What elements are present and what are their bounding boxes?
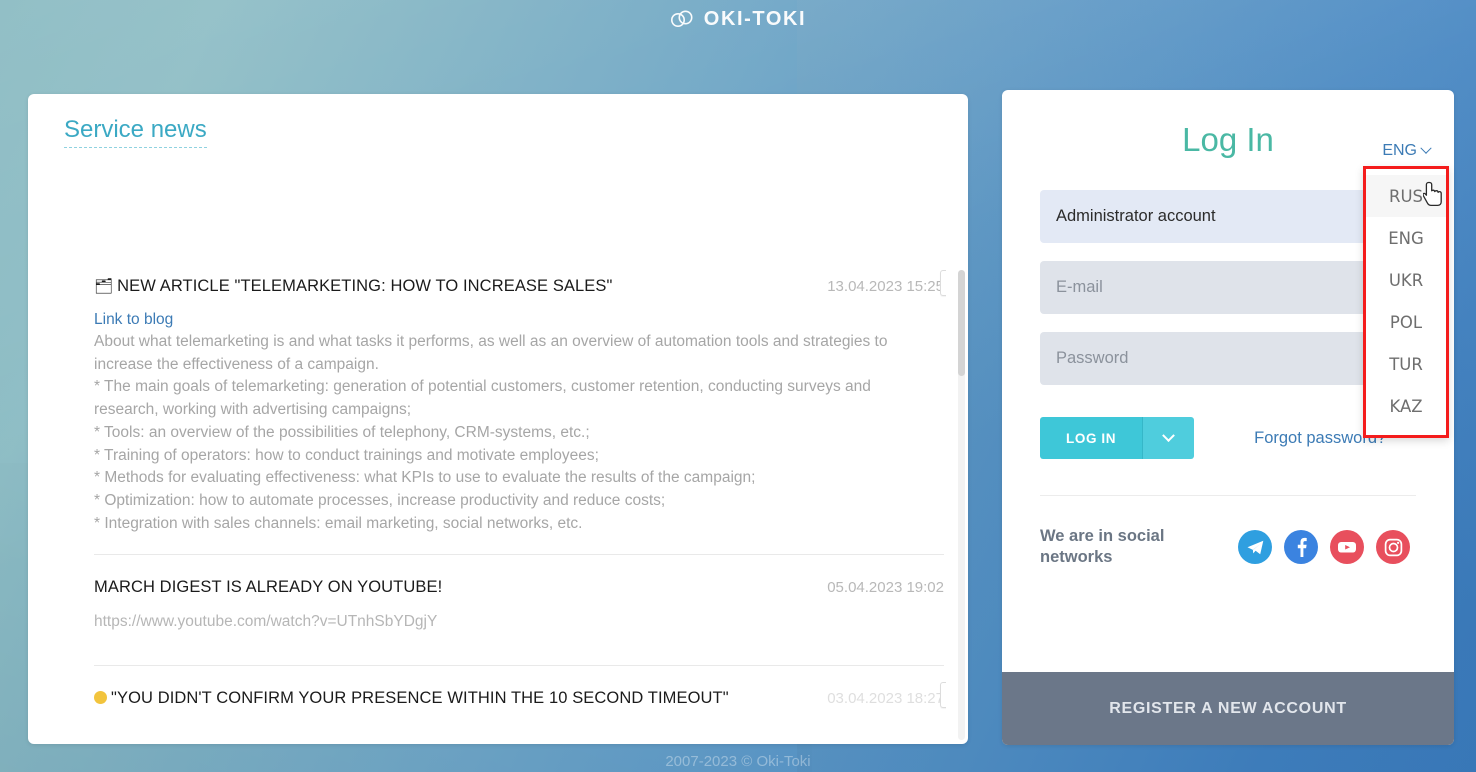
news-item-title-text: NEW ARTICLE "TELEMARKETING: HOW TO INCRE… <box>117 277 613 295</box>
facebook-icon[interactable] <box>1284 530 1318 565</box>
list-item[interactable]: MARCH DIGEST IS ALREADY ON YOUTUBE! 05.0… <box>94 555 944 667</box>
email-field-placeholder: E-mail <box>1056 278 1103 296</box>
login-actions: LOG IN Forgot password? <box>1040 417 1416 459</box>
password-field[interactable]: Password <box>1040 332 1416 385</box>
image-icon[interactable] <box>940 682 946 709</box>
news-item-title: 🗂 NEW ARTICLE "TELEMARKETING: HOW TO INCR… <box>94 276 624 297</box>
yellow-dot-icon <box>94 691 107 705</box>
footer-copyright: 2007-2023 © Oki-Toki <box>665 753 811 770</box>
language-option-ukr[interactable]: UKR <box>1366 259 1446 301</box>
register-button[interactable]: REGISTER A NEW ACCOUNT <box>1002 672 1454 745</box>
login-options-button[interactable] <box>1142 417 1195 459</box>
image-icon[interactable] <box>940 270 946 296</box>
news-item-date: 13.04.2023 15:25 <box>827 278 944 295</box>
login-header: Log In <box>1040 90 1416 190</box>
social-networks-label: We are in social networks <box>1040 527 1165 567</box>
email-field[interactable]: E-mail <box>1040 261 1416 314</box>
news-item-title: "YOU DIDN'T CONFIRM YOUR PRESENCE WITHIN… <box>94 688 741 709</box>
login-button[interactable]: LOG IN <box>1040 417 1143 459</box>
link-to-blog[interactable]: Link to blog <box>94 311 944 329</box>
language-option-pol[interactable]: POL <box>1366 301 1446 343</box>
site-header: OKI-TOKI <box>0 5 1476 33</box>
news-item-date: 05.04.2023 19:02 <box>827 578 944 596</box>
news-item-title: MARCH DIGEST IS ALREADY ON YOUTUBE! <box>94 577 443 596</box>
account-field[interactable]: Administrator account <box>1040 190 1416 243</box>
account-field-value: Administrator account <box>1056 207 1216 225</box>
social-networks: We are in social networks <box>1040 526 1416 568</box>
language-selector[interactable]: ENG <box>1382 142 1432 160</box>
news-scroll-region: 🗂 NEW ARTICLE "TELEMARKETING: HOW TO INCR… <box>64 262 946 744</box>
news-list: 🗂 NEW ARTICLE "TELEMARKETING: HOW TO INCR… <box>94 262 946 727</box>
password-field-placeholder: Password <box>1056 349 1129 367</box>
chevron-down-icon <box>1162 428 1175 442</box>
instagram-icon[interactable] <box>1376 530 1410 565</box>
page-title[interactable]: Service news <box>64 116 207 148</box>
news-item-date: 03.04.2023 18:27 <box>827 690 944 708</box>
news-head: MARCH DIGEST IS ALREADY ON YOUTUBE! 05.0… <box>94 577 944 598</box>
language-option-rus[interactable]: RUS <box>1366 175 1446 217</box>
language-current: ENG <box>1382 142 1417 159</box>
news-item-body: https://www.youtube.com/watch?v=UTnhSbYD… <box>94 613 438 631</box>
brand-logo[interactable]: OKI-TOKI <box>670 8 806 31</box>
news-head: "YOU DIDN'T CONFIRM YOUR PRESENCE WITHIN… <box>94 688 944 709</box>
scrollbar-thumb[interactable] <box>958 270 965 376</box>
news-item-body: About what telemarketing is and what tas… <box>94 332 888 532</box>
telegram-icon[interactable] <box>1238 530 1272 565</box>
news-head: 🗂 NEW ARTICLE "TELEMARKETING: HOW TO INCR… <box>94 276 944 297</box>
language-option-eng[interactable]: ENG <box>1366 217 1446 259</box>
social-icon-list <box>1238 530 1410 565</box>
service-news-card: Service news 🗂 NEW ARTICLE "TELEMARKETING… <box>28 94 968 744</box>
cloud-icon <box>670 10 696 28</box>
youtube-icon[interactable] <box>1330 530 1364 565</box>
news-item-title-text: "YOU DIDN'T CONFIRM YOUR PRESENCE WITHIN… <box>111 689 729 708</box>
language-option-tur[interactable]: TUR <box>1366 343 1446 385</box>
language-dropdown-menu: RUS ENG UKR POL TUR KAZ <box>1363 166 1449 438</box>
scrollbar[interactable] <box>958 270 965 740</box>
login-button-group: LOG IN <box>1040 417 1195 459</box>
list-item[interactable]: "YOU DIDN'T CONFIRM YOUR PRESENCE WITHIN… <box>94 666 946 727</box>
list-item[interactable]: 🗂 NEW ARTICLE "TELEMARKETING: HOW TO INCR… <box>94 262 946 555</box>
article-icon: 🗂 <box>94 278 114 295</box>
language-option-kaz[interactable]: KAZ <box>1366 385 1446 427</box>
divider <box>1040 495 1416 496</box>
login-title: Log In <box>1182 121 1274 158</box>
brand-name: OKI-TOKI <box>703 7 807 30</box>
chevron-down-icon <box>1420 142 1432 154</box>
